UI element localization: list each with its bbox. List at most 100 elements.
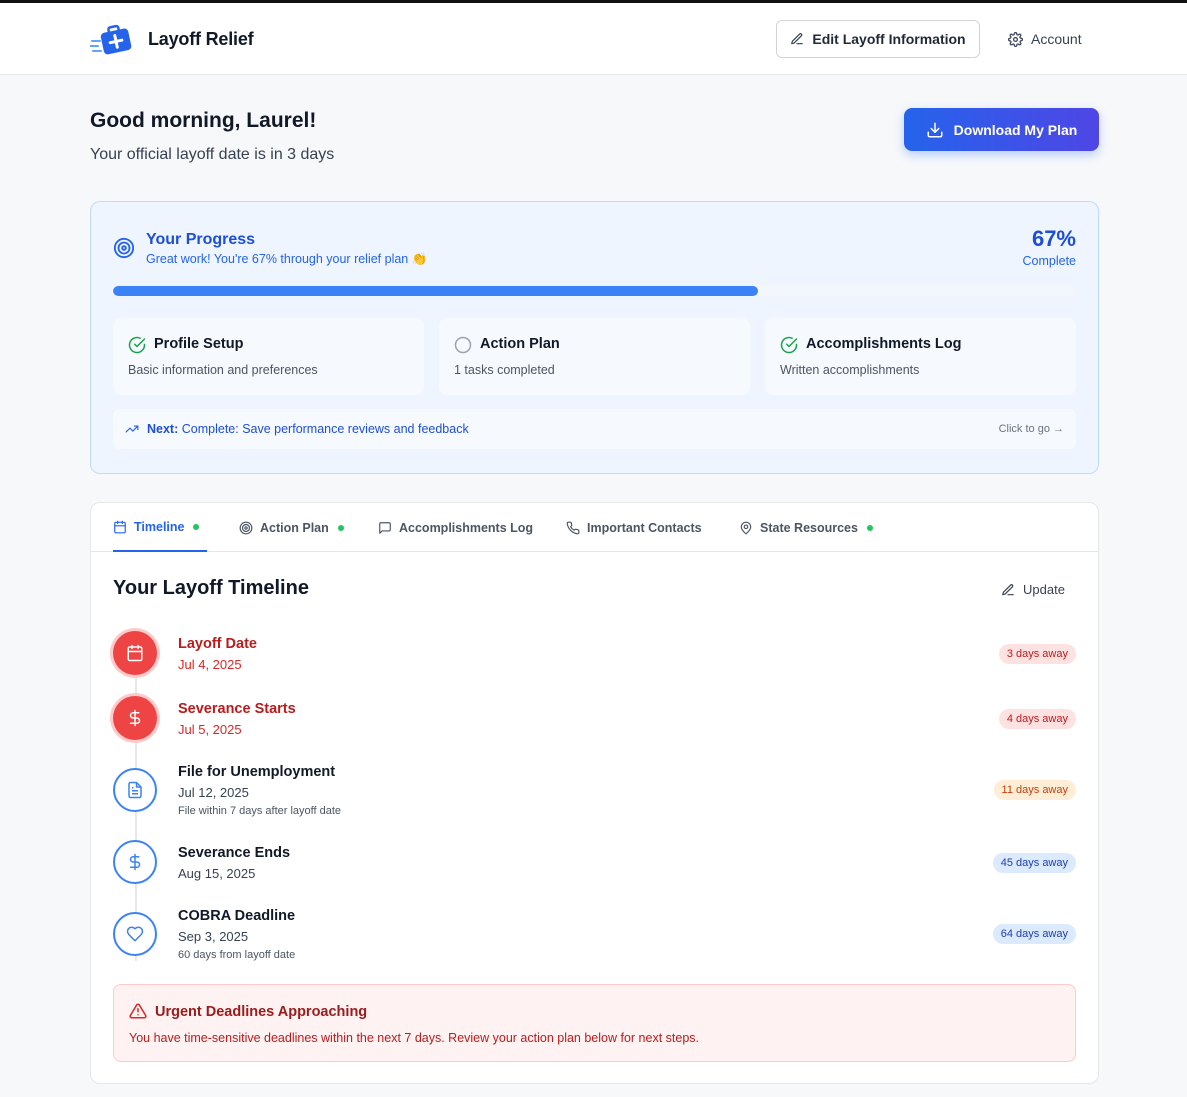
message-icon xyxy=(378,521,392,535)
account-label: Account xyxy=(1031,31,1082,47)
alert-title: Urgent Deadlines Approaching xyxy=(155,1004,368,1020)
timeline-item-layoff-date: Layoff Date Jul 4, 2025 3 days away xyxy=(113,631,1076,675)
next-step-text: Next: Complete: Save performance reviews… xyxy=(147,422,469,436)
step-action-plan[interactable]: Action Plan 1 tasks completed xyxy=(439,318,750,395)
account-button[interactable]: Account xyxy=(1008,20,1082,58)
days-away-badge: 11 days away xyxy=(993,780,1076,800)
timeline-card: Timeline Action Plan Accomplishments Log… xyxy=(90,502,1099,1084)
tab-bar: Timeline Action Plan Accomplishments Log… xyxy=(91,503,1098,552)
status-dot xyxy=(193,523,200,530)
step-description: Basic information and preferences xyxy=(128,363,318,377)
tab-label: Important Contacts xyxy=(587,520,702,535)
warning-triangle-icon xyxy=(129,1002,147,1020)
timeline-item-cobra-deadline: COBRA Deadline Sep 3, 2025 60 days from … xyxy=(113,908,1076,966)
timeline-item-date: Jul 4, 2025 xyxy=(178,657,242,672)
heart-icon xyxy=(126,925,144,943)
days-away-badge: 45 days away xyxy=(992,853,1076,873)
step-description: 1 tasks completed xyxy=(454,363,555,377)
next-step-task: Complete: Save performance reviews and f… xyxy=(181,422,469,436)
timeline-item-name: COBRA Deadline xyxy=(178,908,296,924)
brand[interactable]: Layoff Relief xyxy=(90,21,254,57)
step-description: Written accomplishments xyxy=(780,363,920,377)
timeline-item-note: 60 days from layoff date xyxy=(178,949,296,961)
target-icon xyxy=(239,521,253,535)
tab-label: State Resources xyxy=(760,520,858,535)
next-step-prefix: Next: xyxy=(147,422,179,436)
phone-icon xyxy=(566,521,580,535)
status-dot xyxy=(337,524,344,531)
check-circle-icon xyxy=(780,336,798,354)
empty-circle-icon xyxy=(454,336,472,354)
download-plan-button[interactable]: Download My Plan xyxy=(904,108,1099,151)
tab-accomplishments-log[interactable]: Accomplishments Log xyxy=(378,503,533,552)
days-away-badge: 64 days away xyxy=(992,924,1076,944)
progress-card: Your Progress Great work! You're 67% thr… xyxy=(90,201,1099,474)
dollar-icon xyxy=(126,853,144,871)
progress-title: Your Progress xyxy=(146,231,256,248)
edit-layoff-info-button[interactable]: Edit Layoff Information xyxy=(776,20,980,58)
tab-label: Timeline xyxy=(134,519,185,534)
tab-important-contacts[interactable]: Important Contacts xyxy=(566,503,702,552)
urgent-deadlines-alert: Urgent Deadlines Approaching You have ti… xyxy=(113,984,1076,1062)
progress-complete-label: Complete xyxy=(1022,254,1077,268)
progress-percent: 67% xyxy=(1031,226,1076,251)
timeline-item-date: Aug 15, 2025 xyxy=(178,866,256,881)
target-icon xyxy=(113,237,135,259)
top-bar: Layoff Relief Edit Layoff Information Ac… xyxy=(0,3,1187,75)
step-title: Profile Setup xyxy=(154,336,244,352)
tab-label: Accomplishments Log xyxy=(399,520,534,535)
timeline-item-date: Jul 12, 2025 xyxy=(178,785,249,800)
check-circle-icon xyxy=(128,336,146,354)
dollar-icon xyxy=(126,709,144,727)
greeting-title: Good morning, Laurel! xyxy=(90,109,317,132)
pencil-icon xyxy=(790,32,804,46)
timeline-item-severance-ends: Severance Ends Aug 15, 2025 45 days away xyxy=(113,840,1076,884)
days-away-badge: 3 days away xyxy=(998,644,1076,664)
trending-up-icon xyxy=(125,422,139,436)
gear-icon xyxy=(1008,31,1023,47)
brand-name: Layoff Relief xyxy=(148,28,254,49)
download-plan-label: Download My Plan xyxy=(953,121,1078,138)
timeline-marker xyxy=(113,631,157,675)
timeline-item-severance-starts: Severance Starts Jul 5, 2025 4 days away xyxy=(113,696,1076,740)
download-icon xyxy=(926,121,944,139)
map-pin-icon xyxy=(739,521,753,535)
progress-subtitle: Great work! You're 67% through your reli… xyxy=(146,252,428,266)
timeline-marker xyxy=(113,768,157,812)
edit-layoff-info-label: Edit Layoff Information xyxy=(812,31,966,47)
progress-bar-fill xyxy=(113,286,759,296)
timeline-marker xyxy=(113,696,157,740)
timeline-item-date: Sep 3, 2025 xyxy=(178,929,249,944)
timeline-marker xyxy=(113,840,157,884)
click-to-go-label: Click to go → xyxy=(998,423,1064,435)
greeting-subtitle: Your official layoff date is in 3 days xyxy=(90,146,335,163)
tab-action-plan[interactable]: Action Plan xyxy=(239,503,344,552)
progress-bar xyxy=(113,286,1076,296)
timeline-marker xyxy=(113,912,157,956)
timeline-item-note: File within 7 days after layoff date xyxy=(178,805,342,817)
timeline-item-name: Layoff Date xyxy=(178,636,257,652)
update-label: Update xyxy=(1023,582,1065,597)
calendar-icon xyxy=(126,644,144,662)
days-away-badge: 4 days away xyxy=(998,709,1076,729)
tab-label: Action Plan xyxy=(260,520,329,535)
timeline-item-file-unemployment: File for Unemployment Jul 12, 2025 File … xyxy=(113,764,1076,822)
status-dot xyxy=(866,524,873,531)
step-title: Accomplishments Log xyxy=(806,336,962,352)
medical-kit-logo-icon xyxy=(90,21,134,57)
tab-state-resources[interactable]: State Resources xyxy=(739,503,873,552)
timeline-item-name: Severance Starts xyxy=(178,701,296,717)
tab-timeline[interactable]: Timeline xyxy=(113,503,207,552)
step-title: Action Plan xyxy=(480,336,560,352)
step-accomplishments-log[interactable]: Accomplishments Log Written accomplishme… xyxy=(765,318,1076,395)
document-icon xyxy=(126,781,144,799)
update-button[interactable]: Update xyxy=(1001,582,1065,597)
timeline-item-name: Severance Ends xyxy=(178,845,291,861)
step-profile-setup[interactable]: Profile Setup Basic information and pref… xyxy=(113,318,424,395)
timeline-item-date: Jul 5, 2025 xyxy=(178,722,242,737)
calendar-icon xyxy=(113,520,127,534)
next-step-link[interactable]: Next: Complete: Save performance reviews… xyxy=(113,409,1076,449)
pencil-icon xyxy=(1001,583,1015,597)
timeline-title: Your Layoff Timeline xyxy=(113,577,309,599)
alert-text: You have time-sensitive deadlines within… xyxy=(129,1031,699,1045)
